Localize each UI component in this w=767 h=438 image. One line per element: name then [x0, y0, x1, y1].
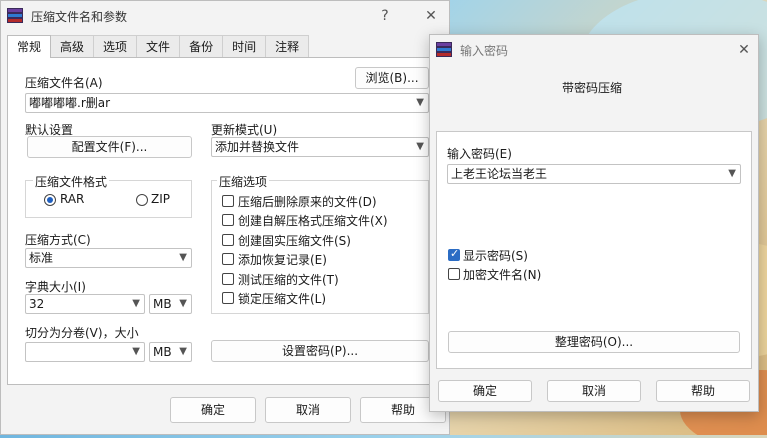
browse-button[interactable]: 浏览(B)...	[355, 67, 429, 89]
chevron-down-icon[interactable]: ▼	[132, 295, 140, 313]
tab-time[interactable]: 时间	[222, 35, 267, 57]
tab-backup[interactable]: 备份	[179, 35, 224, 57]
chevron-down-icon[interactable]: ▼	[728, 165, 736, 183]
method-value: 标准	[29, 251, 54, 265]
lock-checkbox[interactable]	[222, 292, 234, 304]
close-icon[interactable]: ✕	[419, 5, 443, 27]
test-checkbox[interactable]	[222, 273, 234, 285]
password-dialog-title: 输入密码	[460, 43, 509, 58]
recovery-label: 添加恢复记录(E)	[238, 253, 327, 267]
method-combo[interactable]: 标准 ▼	[25, 248, 192, 268]
lock-label: 锁定压缩文件(L)	[238, 292, 327, 306]
chevron-down-icon[interactable]: ▼	[132, 343, 140, 361]
tab-bar: 常规 高级 选项 文件 备份 时间 注释	[7, 35, 310, 58]
chevron-down-icon[interactable]: ▼	[179, 343, 187, 361]
update-mode-label: 更新模式(U)	[211, 123, 278, 137]
organize-passwords-button[interactable]: 整理密码(O)...	[448, 331, 740, 353]
test-label: 测试压缩的文件(T)	[238, 273, 339, 287]
password-dialog-titlebar: 输入密码 ✕	[430, 35, 758, 65]
encrypt-names-label: 加密文件名(N)	[463, 268, 542, 282]
rar-radio[interactable]	[44, 194, 56, 206]
set-password-button[interactable]: 设置密码(P)...	[211, 340, 429, 362]
chevron-down-icon[interactable]: ▼	[179, 249, 187, 267]
dialog-titlebar: 压缩文件名和参数 ? ✕	[1, 1, 449, 31]
sfx-checkbox[interactable]	[222, 214, 234, 226]
password-combo[interactable]: 上老王论坛当老王 ▼	[447, 164, 741, 184]
chevron-down-icon[interactable]: ▼	[416, 138, 424, 156]
general-tab-panel: 压缩文件名(A) 浏览(B)... 嘟嘟嘟嘟.r删ar ▼ 默认设置 配置文件(…	[7, 57, 442, 385]
close-icon[interactable]: ✕	[732, 39, 756, 61]
password-panel: 输入密码(E) 上老王论坛当老王 ▼ 显示密码(S) 加密文件名(N) 整理密码…	[436, 131, 752, 369]
enter-password-label: 输入密码(E)	[447, 147, 512, 161]
dict-size-value: 32	[29, 297, 45, 311]
dialog-title: 压缩文件名和参数	[31, 9, 128, 24]
cancel-button[interactable]: 取消	[265, 397, 351, 423]
help-icon[interactable]: ?	[373, 5, 397, 27]
chevron-down-icon[interactable]: ▼	[416, 94, 424, 112]
tab-comment[interactable]: 注释	[265, 35, 310, 57]
solid-checkbox[interactable]	[222, 234, 234, 246]
delete-after-checkbox[interactable]	[222, 195, 234, 207]
password-help-button[interactable]: 帮助	[656, 380, 750, 402]
encrypt-names-checkbox[interactable]	[448, 268, 460, 280]
password-ok-button[interactable]: 确定	[438, 380, 532, 402]
solid-label: 创建固实压缩文件(S)	[238, 234, 351, 248]
split-volumes-label: 切分为分卷(V)，大小	[25, 326, 139, 340]
update-mode-combo[interactable]: 添加并替换文件 ▼	[211, 137, 429, 157]
password-heading: 带密码压缩	[562, 81, 623, 95]
tab-advanced[interactable]: 高级	[50, 35, 95, 57]
archive-format-label: 压缩文件格式	[33, 173, 110, 190]
update-mode-value: 添加并替换文件	[215, 140, 300, 154]
archive-name-combo[interactable]: 嘟嘟嘟嘟.r删ar ▼	[25, 93, 429, 113]
rar-label: RAR	[60, 192, 85, 206]
profiles-button[interactable]: 配置文件(F)...	[27, 136, 192, 158]
show-password-label: 显示密码(S)	[463, 249, 528, 263]
split-unit-combo[interactable]: MB ▼	[149, 342, 192, 362]
sfx-label: 创建自解压格式压缩文件(X)	[238, 214, 388, 228]
split-unit-value: MB	[153, 345, 172, 359]
show-password-checkbox[interactable]	[448, 247, 460, 261]
archive-name-value: 嘟嘟嘟嘟.r删ar	[29, 96, 111, 110]
dict-unit-combo[interactable]: MB ▼	[149, 294, 192, 314]
winrar-icon	[436, 42, 452, 58]
archive-settings-dialog: 压缩文件名和参数 ? ✕ 常规 高级 选项 文件 备份 时间 注释 压缩文件名(…	[0, 0, 450, 435]
recovery-checkbox[interactable]	[222, 253, 234, 265]
zip-label: ZIP	[151, 192, 170, 206]
password-value: 上老王论坛当老王	[451, 167, 548, 181]
tab-options[interactable]: 选项	[93, 35, 138, 57]
dict-size-combo[interactable]: 32 ▼	[25, 294, 145, 314]
dict-unit-value: MB	[153, 297, 172, 311]
zip-radio[interactable]	[136, 194, 148, 206]
chevron-down-icon[interactable]: ▼	[179, 295, 187, 313]
dict-label: 字典大小(I)	[25, 280, 86, 294]
split-size-combo[interactable]: ▼	[25, 342, 145, 362]
tab-general[interactable]: 常规	[7, 35, 52, 58]
ok-button[interactable]: 确定	[170, 397, 256, 423]
tab-files[interactable]: 文件	[136, 35, 181, 57]
delete-after-label: 压缩后删除原来的文件(D)	[238, 195, 377, 209]
archive-options-label: 压缩选项	[217, 173, 270, 190]
password-cancel-button[interactable]: 取消	[547, 380, 641, 402]
winrar-icon	[7, 8, 23, 24]
method-label: 压缩方式(C)	[25, 233, 91, 247]
archive-name-label: 压缩文件名(A)	[25, 76, 103, 90]
